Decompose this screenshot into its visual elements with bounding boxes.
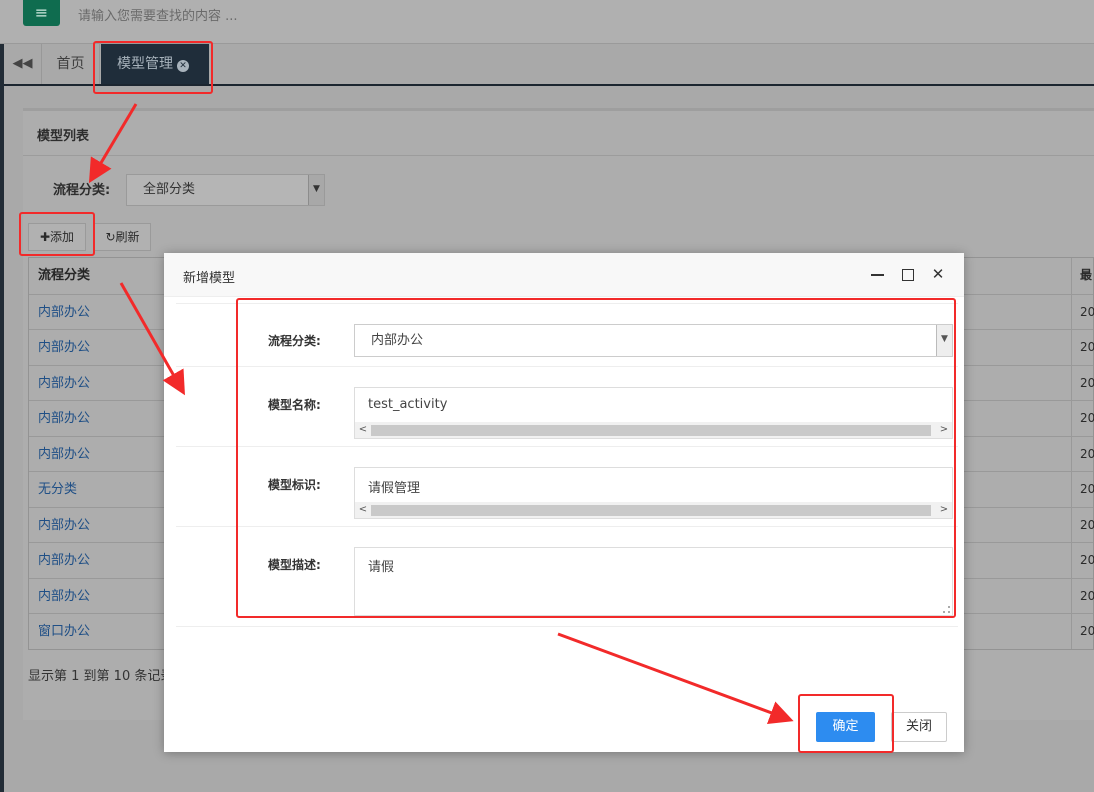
annotation-arrow (119, 282, 185, 396)
annotation-arrow (88, 103, 138, 184)
annotation-arrows (88, 103, 794, 725)
annotation-arrow (557, 632, 794, 725)
